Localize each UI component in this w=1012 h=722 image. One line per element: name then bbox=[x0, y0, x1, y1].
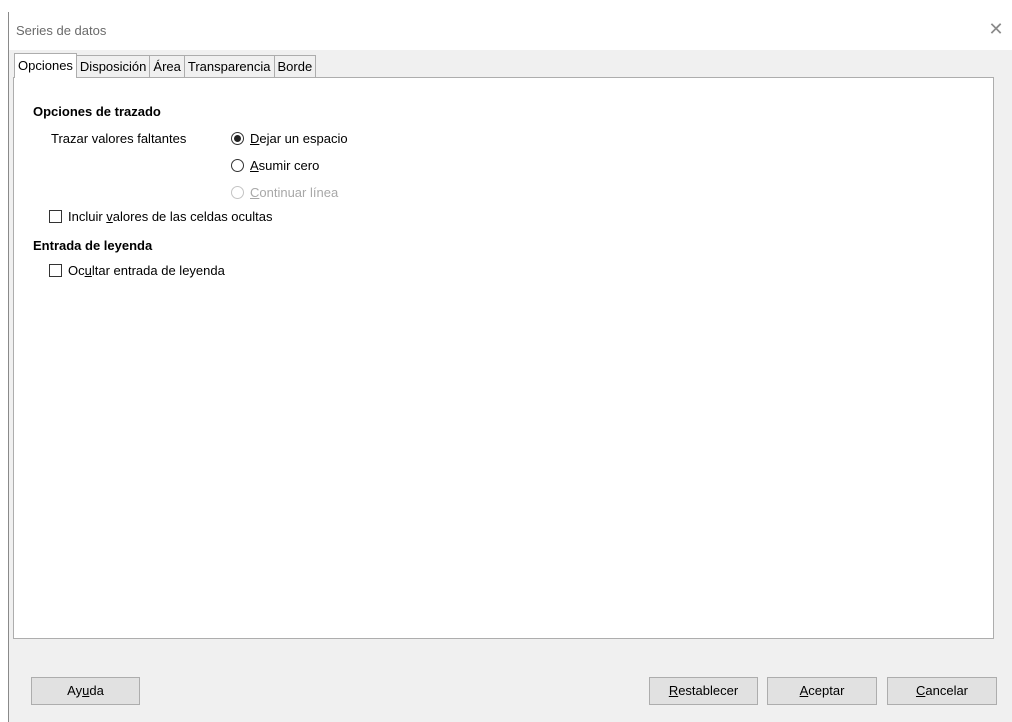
cancel-button[interactable]: Cancelar bbox=[887, 677, 997, 705]
radio-leave-gap-indicator[interactable] bbox=[231, 132, 244, 145]
radio-assume-zero-label: Asumir cero bbox=[250, 158, 320, 173]
options-panel: Opciones de trazado Trazar valores falta… bbox=[13, 77, 994, 639]
title-bar: Series de datos ✕ bbox=[9, 12, 1012, 50]
include-hidden-cells-label: Incluir valores de las celdas ocultas bbox=[68, 209, 273, 224]
hide-legend-entry-box[interactable] bbox=[49, 264, 62, 277]
include-hidden-cells-box[interactable] bbox=[49, 210, 62, 223]
radio-assume-zero-indicator[interactable] bbox=[231, 159, 244, 172]
tab-area[interactable]: Área bbox=[149, 55, 185, 78]
radio-leave-gap[interactable]: Dejar un espacio bbox=[231, 131, 348, 146]
reset-button[interactable]: Restablecer bbox=[649, 677, 758, 705]
radio-assume-zero[interactable]: Asumir cero bbox=[231, 158, 319, 173]
hide-legend-entry-label: Ocultar entrada de leyenda bbox=[68, 263, 225, 278]
radio-continue-line-label: Continuar línea bbox=[250, 185, 339, 200]
tab-bar: Opciones Disposición Área Transparencia … bbox=[14, 53, 317, 78]
tab-transparencia[interactable]: Transparencia bbox=[183, 55, 275, 78]
radio-continue-line-indicator bbox=[231, 186, 244, 199]
missing-values-label: Trazar valores faltantes bbox=[51, 131, 187, 146]
radio-continue-line: Continuar línea bbox=[231, 185, 338, 200]
plot-options-heading: Opciones de trazado bbox=[33, 104, 161, 119]
tab-borde[interactable]: Borde bbox=[273, 55, 317, 78]
include-hidden-cells-checkbox[interactable]: Incluir valores de las celdas ocultas bbox=[49, 209, 273, 224]
legend-entry-heading: Entrada de leyenda bbox=[33, 238, 153, 253]
radio-leave-gap-label: Dejar un espacio bbox=[250, 131, 348, 146]
ok-button[interactable]: Aceptar bbox=[767, 677, 877, 705]
hide-legend-entry-checkbox[interactable]: Ocultar entrada de leyenda bbox=[49, 263, 225, 278]
tab-opciones[interactable]: Opciones bbox=[14, 53, 77, 78]
window-title: Series de datos bbox=[16, 23, 107, 38]
close-icon[interactable]: ✕ bbox=[984, 18, 1008, 42]
help-button[interactable]: Ayuda bbox=[31, 677, 140, 705]
tab-disposicion[interactable]: Disposición bbox=[75, 55, 151, 78]
